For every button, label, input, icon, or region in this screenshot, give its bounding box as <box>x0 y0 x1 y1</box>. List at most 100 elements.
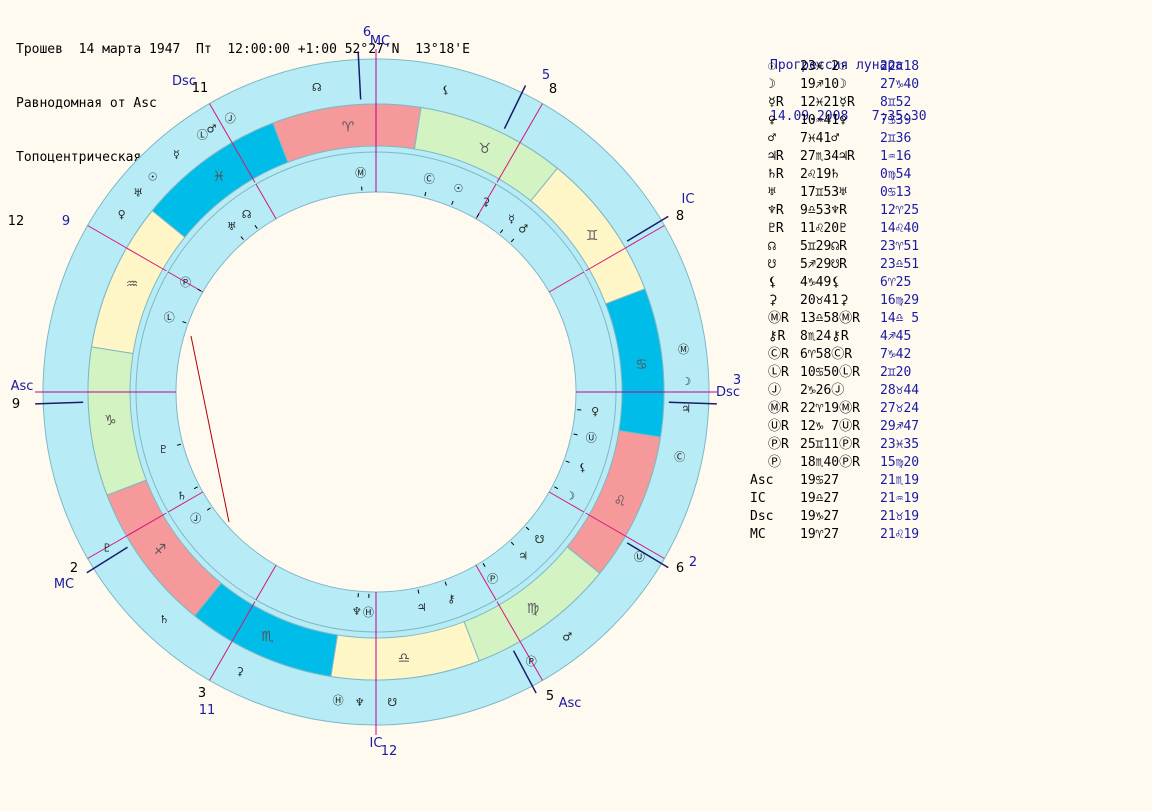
table-cell-sym: Ⓟ <box>768 455 782 470</box>
table-cell-prog: 14♌40 <box>880 221 920 236</box>
natal-planet-glyph[interactable]: ⚸ <box>579 461 587 474</box>
zodiac-sign-glyph: ♒ <box>126 276 139 292</box>
natal-planet-glyph[interactable]: Ⓟ <box>180 276 191 289</box>
table-cell-sym: ♇R <box>768 221 784 236</box>
natal-planet-glyph[interactable]: Ⓜ <box>355 167 366 180</box>
progressed-house-number: 3 <box>733 373 741 388</box>
natal-planet-glyph[interactable]: ♂ <box>518 223 528 236</box>
progressed-planet-glyph[interactable]: ☽ <box>681 375 691 388</box>
natal-planet-glyph[interactable]: Ⓒ <box>424 173 435 186</box>
chart-center <box>175 191 577 593</box>
progressed-planet-glyph[interactable]: Ⓜ <box>678 343 689 356</box>
table-cell-prog: 7♋39 <box>880 113 912 128</box>
house-number: 3 <box>198 686 206 701</box>
table-cell-sym: ⓂR <box>768 311 789 326</box>
table-cell-sym: ☽ <box>768 77 776 92</box>
progressed-planet-glyph[interactable]: Ⓤ <box>634 551 645 564</box>
table-cell-prog: 0♋13 <box>880 185 912 200</box>
progressed-house-number: 12 <box>381 744 398 759</box>
table-cell-sym: ♅ <box>768 185 776 200</box>
natal-planet-glyph[interactable]: ♇ <box>159 443 169 456</box>
house-number: 9 <box>12 397 20 412</box>
house-number: 12 <box>8 214 25 229</box>
zodiac-sign-glyph: ♑ <box>104 413 117 429</box>
progressed-planet-glyph[interactable]: ♇ <box>102 541 112 554</box>
natal-planet-glyph[interactable]: ♃ <box>417 601 427 614</box>
natal-planet-glyph[interactable]: ♅ <box>227 220 237 233</box>
table-cell-sym: IC <box>750 491 766 506</box>
natal-planet-glyph[interactable]: ☋ <box>535 533 545 546</box>
table-cell-prog: 12♈25 <box>880 203 920 218</box>
table-cell-prog: 21♌19 <box>880 527 920 542</box>
progressed-house-number: 2 <box>689 555 697 570</box>
progressed-planet-glyph[interactable]: ♄ <box>159 613 169 626</box>
natal-planet-glyph[interactable]: ☊ <box>242 208 252 221</box>
table-cell-sym: Ⓙ <box>768 383 782 398</box>
natal-planet-glyph[interactable]: ☉ <box>453 182 463 195</box>
natal-planet-glyph[interactable]: ☽ <box>565 489 575 502</box>
table-cell-sym: Dsc <box>750 509 774 524</box>
table-cell-prog: 27♑40 <box>880 77 920 92</box>
natal-planet-glyph[interactable]: Ⓙ <box>190 512 201 525</box>
progressed-planet-glyph[interactable]: ♂ <box>562 631 572 644</box>
table-cell-prog: 1♒16 <box>880 149 912 164</box>
house-number: 6 <box>676 561 684 576</box>
progressed-planet-glyph[interactable]: ☉ <box>148 170 158 183</box>
progressed-planet-glyph[interactable]: Ⓗ <box>333 694 344 707</box>
table-cell-sym: ☉ <box>768 59 776 74</box>
table-cell-prog: 7♑42 <box>880 347 912 362</box>
table-cell-prog: 6♈25 <box>880 275 912 290</box>
table-cell-prog: 21♏19 <box>880 473 920 488</box>
table-cell-prog: 23♎51 <box>880 257 920 272</box>
zodiac-sign-glyph: ♈ <box>342 119 355 135</box>
natal-planet-glyph[interactable]: Ⓗ <box>363 606 374 619</box>
house-number: 8 <box>676 209 684 224</box>
zodiac-sign-glyph: ♉ <box>478 141 491 157</box>
progressed-planet-glyph[interactable]: ♆ <box>355 696 365 709</box>
table-cell-prog: 15♍20 <box>880 455 920 470</box>
progressed-house-number: 8 <box>549 82 557 97</box>
progressed-planet-glyph[interactable]: Ⓒ <box>674 451 685 464</box>
table-cell-sym: MC <box>750 527 766 542</box>
natal-planet-glyph[interactable]: Ⓤ <box>586 432 597 445</box>
natal-planet-glyph[interactable]: Ⓟ <box>487 573 498 586</box>
angle-label-asc: Asc <box>11 379 34 394</box>
zodiac-sign-glyph: ♊ <box>586 228 599 244</box>
table-cell-sym: ☿R <box>768 95 784 110</box>
progressed-planet-glyph[interactable]: Ⓟ <box>526 655 537 668</box>
natal-planet-glyph[interactable]: ☿ <box>508 213 515 226</box>
progressed-planet-glyph[interactable]: ♂ <box>207 123 217 136</box>
natal-wheel[interactable]: ♈♓♒♑♐♏♎♍♌♋♊♉MCAsc DscICICDscAscMC98653212… <box>0 0 760 811</box>
progressed-planet-glyph[interactable]: Ⓙ <box>225 112 236 125</box>
progressed-planet-glyph[interactable]: ♀ <box>118 208 126 221</box>
natal-planet-glyph[interactable]: ♀ <box>591 405 599 418</box>
progressed-planet-glyph[interactable]: ☊ <box>312 81 322 94</box>
natal-planet-glyph[interactable]: ♄ <box>177 489 187 502</box>
zodiac-sign-glyph: ♐ <box>154 542 167 558</box>
progressed-planet-glyph[interactable]: ☿ <box>173 148 180 161</box>
table-cell-sym: ☋ <box>768 257 776 272</box>
natal-planet-glyph[interactable]: ♃ <box>518 549 528 562</box>
natal-planet-glyph[interactable]: ⚷ <box>447 593 455 606</box>
table-cell-sym: ♃R <box>768 149 784 164</box>
progressed-planet-glyph[interactable]: ⚳ <box>236 665 244 678</box>
table-cell-sym: ♂ <box>768 131 776 146</box>
progressed-planet-glyph[interactable]: ♃ <box>681 402 691 415</box>
table-cell-sym: ⓁR <box>768 365 789 380</box>
table-cell-sym: ⚷R <box>768 329 786 344</box>
progressed-planet-glyph[interactable]: ♅ <box>133 186 143 199</box>
table-cell-prog: 23♓35 <box>880 437 920 452</box>
table-cell-prog: 2♊20 <box>880 365 912 380</box>
progressed-planet-glyph[interactable]: ⚸ <box>442 83 450 96</box>
natal-planet-glyph[interactable]: Ⓛ <box>164 311 175 324</box>
table-cell-sym: ⓊR <box>768 419 789 434</box>
natal-planet-glyph[interactable]: ♆ <box>352 605 362 618</box>
table-cell-prog: 8♊52 <box>880 95 912 110</box>
natal-planet-glyph[interactable]: ⚳ <box>482 195 490 208</box>
progressed-planet-glyph[interactable]: ☋ <box>387 696 397 709</box>
zodiac-sign-glyph: ♓ <box>213 169 226 185</box>
zodiac-sign-glyph: ♌ <box>614 494 627 510</box>
table-cell-prog: 21♉19 <box>880 509 920 524</box>
table-cell-prog: 29♐47 <box>880 419 920 434</box>
outer-angle-label-se: Asc <box>559 696 582 711</box>
